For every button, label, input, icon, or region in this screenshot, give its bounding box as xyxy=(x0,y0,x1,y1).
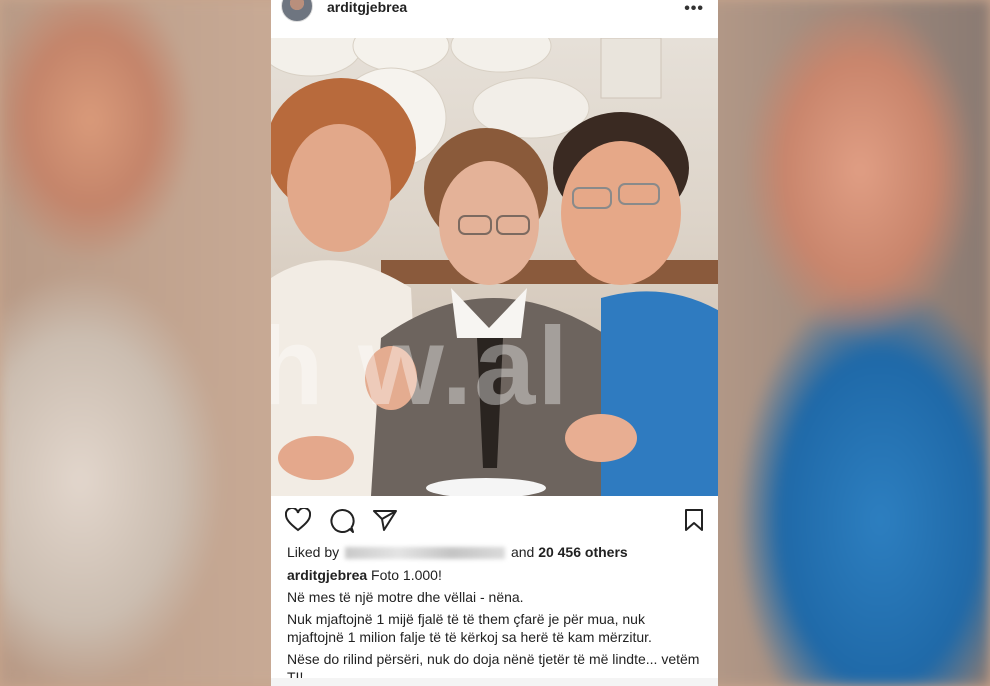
avatar[interactable] xyxy=(281,0,313,22)
likes-middle: and xyxy=(510,544,535,560)
post-actions xyxy=(271,496,718,542)
post-caption: arditgjebrea Foto 1.000! Në mes të një m… xyxy=(271,566,718,686)
watermark: Sh w.al xyxy=(271,305,570,428)
heart-icon[interactable] xyxy=(284,506,312,537)
more-horizontal-icon[interactable]: ••• xyxy=(684,0,704,18)
post-header: arditgjebrea ••• xyxy=(271,0,718,24)
post-username[interactable]: arditgjebrea xyxy=(327,0,407,15)
blurred-username xyxy=(345,547,506,560)
likes-prefix: Liked by xyxy=(287,544,340,560)
comment-icon[interactable] xyxy=(329,508,355,539)
caption-line: Nuk mjaftojnë 1 mijë fjalë të të them çf… xyxy=(287,611,652,645)
caption-line: Në mes të një motre dhe vëllai - nëna. xyxy=(287,589,524,605)
instagram-post: arditgjebrea ••• h w.al Liked by and 20 … xyxy=(271,0,718,686)
bookmark-icon[interactable] xyxy=(684,508,704,537)
likes-line: Liked by and 20 456 others xyxy=(271,544,718,560)
likes-count[interactable]: 20 456 others xyxy=(538,544,628,560)
caption-first-line: Foto 1.000! xyxy=(371,567,442,583)
post-photo[interactable]: Sh w.al xyxy=(271,38,718,496)
send-icon[interactable] xyxy=(372,508,398,537)
caption-username[interactable]: arditgjebrea xyxy=(287,567,367,583)
post-footer-divider xyxy=(271,678,718,686)
